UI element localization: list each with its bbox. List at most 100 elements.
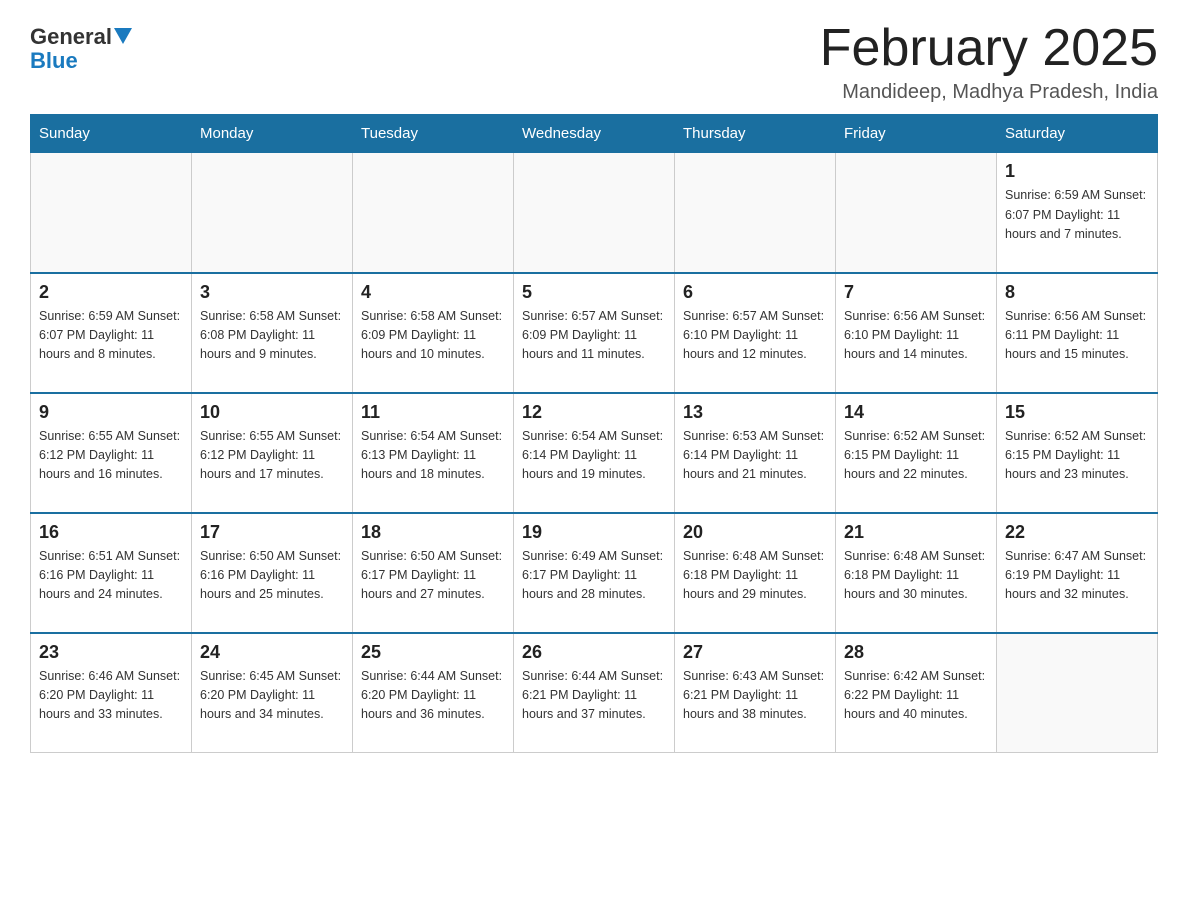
day-info: Sunrise: 6:59 AM Sunset: 6:07 PM Dayligh… <box>1005 186 1149 244</box>
day-info: Sunrise: 6:52 AM Sunset: 6:15 PM Dayligh… <box>1005 427 1149 485</box>
day-number: 23 <box>39 642 183 663</box>
calendar-header-friday: Friday <box>836 115 997 153</box>
day-info: Sunrise: 6:58 AM Sunset: 6:09 PM Dayligh… <box>361 307 505 365</box>
calendar-day-cell: 10 Sunrise: 6:55 AM Sunset: 6:12 PM Dayli… <box>192 393 353 513</box>
day-info: Sunrise: 6:55 AM Sunset: 6:12 PM Dayligh… <box>200 427 344 485</box>
calendar-week-row: 23 Sunrise: 6:46 AM Sunset: 6:20 PM Dayli… <box>31 633 1158 753</box>
day-info: Sunrise: 6:43 AM Sunset: 6:21 PM Dayligh… <box>683 667 827 725</box>
calendar-day-cell: 24Sunrise: 6:45 AM Sunset: 6:20 PM Dayli… <box>192 633 353 753</box>
day-number: 3 <box>200 282 344 303</box>
calendar-day-cell: 21 Sunrise: 6:48 AM Sunset: 6:18 PM Dayli… <box>836 513 997 633</box>
calendar-day-cell: 20Sunrise: 6:48 AM Sunset: 6:18 PM Dayli… <box>675 513 836 633</box>
calendar-week-row: 16 Sunrise: 6:51 AM Sunset: 6:16 PM Dayli… <box>31 513 1158 633</box>
day-number: 19 <box>522 522 666 543</box>
day-number: 8 <box>1005 282 1149 303</box>
logo-triangle-icon <box>114 28 132 44</box>
calendar-day-cell: 19 Sunrise: 6:49 AM Sunset: 6:17 PM Dayli… <box>514 513 675 633</box>
calendar-table: SundayMondayTuesdayWednesdayThursdayFrid… <box>30 114 1158 753</box>
calendar-header-thursday: Thursday <box>675 115 836 153</box>
calendar-day-cell: 7 Sunrise: 6:56 AM Sunset: 6:10 PM Daylig… <box>836 273 997 393</box>
day-number: 14 <box>844 402 988 423</box>
calendar-day-cell: 15 Sunrise: 6:52 AM Sunset: 6:15 PM Dayli… <box>997 393 1158 513</box>
day-info: Sunrise: 6:52 AM Sunset: 6:15 PM Dayligh… <box>844 427 988 485</box>
calendar-day-cell <box>997 633 1158 753</box>
day-info: Sunrise: 6:50 AM Sunset: 6:16 PM Dayligh… <box>200 547 344 605</box>
day-number: 15 <box>1005 402 1149 423</box>
day-info: Sunrise: 6:57 AM Sunset: 6:10 PM Dayligh… <box>683 307 827 365</box>
day-number: 11 <box>361 402 505 423</box>
calendar-day-cell: 22Sunrise: 6:47 AM Sunset: 6:19 PM Dayli… <box>997 513 1158 633</box>
day-number: 18 <box>361 522 505 543</box>
calendar-day-cell: 11 Sunrise: 6:54 AM Sunset: 6:13 PM Dayli… <box>353 393 514 513</box>
day-info: Sunrise: 6:49 AM Sunset: 6:17 PM Dayligh… <box>522 547 666 605</box>
day-number: 28 <box>844 642 988 663</box>
calendar-day-cell: 28 Sunrise: 6:42 AM Sunset: 6:22 PM Dayli… <box>836 633 997 753</box>
calendar-header-saturday: Saturday <box>997 115 1158 153</box>
calendar-day-cell <box>514 153 675 273</box>
calendar-day-cell: 9 Sunrise: 6:55 AM Sunset: 6:12 PM Daylig… <box>31 393 192 513</box>
day-info: Sunrise: 6:51 AM Sunset: 6:16 PM Dayligh… <box>39 547 183 605</box>
day-number: 16 <box>39 522 183 543</box>
day-number: 26 <box>522 642 666 663</box>
day-number: 17 <box>200 522 344 543</box>
day-info: Sunrise: 6:54 AM Sunset: 6:14 PM Dayligh… <box>522 427 666 485</box>
day-info: Sunrise: 6:48 AM Sunset: 6:18 PM Dayligh… <box>844 547 988 605</box>
day-info: Sunrise: 6:56 AM Sunset: 6:11 PM Dayligh… <box>1005 307 1149 365</box>
day-number: 12 <box>522 402 666 423</box>
calendar-day-cell <box>353 153 514 273</box>
calendar-header-sunday: Sunday <box>31 115 192 153</box>
day-info: Sunrise: 6:54 AM Sunset: 6:13 PM Dayligh… <box>361 427 505 485</box>
calendar-day-cell: 1Sunrise: 6:59 AM Sunset: 6:07 PM Daylig… <box>997 153 1158 273</box>
calendar-week-row: 1Sunrise: 6:59 AM Sunset: 6:07 PM Daylig… <box>31 153 1158 273</box>
calendar-day-cell <box>192 153 353 273</box>
day-info: Sunrise: 6:55 AM Sunset: 6:12 PM Dayligh… <box>39 427 183 485</box>
day-info: Sunrise: 6:50 AM Sunset: 6:17 PM Dayligh… <box>361 547 505 605</box>
day-info: Sunrise: 6:59 AM Sunset: 6:07 PM Dayligh… <box>39 307 183 365</box>
calendar-day-cell: 8 Sunrise: 6:56 AM Sunset: 6:11 PM Daylig… <box>997 273 1158 393</box>
calendar-day-cell: 12 Sunrise: 6:54 AM Sunset: 6:14 PM Dayli… <box>514 393 675 513</box>
page-header: General Blue February 2025 Mandideep, Ma… <box>30 20 1158 104</box>
logo-general-text: General <box>30 25 112 49</box>
calendar-day-cell: 3 Sunrise: 6:58 AM Sunset: 6:08 PM Daylig… <box>192 273 353 393</box>
calendar-day-cell: 26Sunrise: 6:44 AM Sunset: 6:21 PM Dayli… <box>514 633 675 753</box>
calendar-day-cell: 14 Sunrise: 6:52 AM Sunset: 6:15 PM Dayli… <box>836 393 997 513</box>
calendar-day-cell: 17 Sunrise: 6:50 AM Sunset: 6:16 PM Dayli… <box>192 513 353 633</box>
calendar-day-cell: 2 Sunrise: 6:59 AM Sunset: 6:07 PM Daylig… <box>31 273 192 393</box>
day-number: 25 <box>361 642 505 663</box>
calendar-week-row: 9 Sunrise: 6:55 AM Sunset: 6:12 PM Daylig… <box>31 393 1158 513</box>
location-text: Mandideep, Madhya Pradesh, India <box>820 81 1158 104</box>
calendar-day-cell: 16 Sunrise: 6:51 AM Sunset: 6:16 PM Dayli… <box>31 513 192 633</box>
calendar-day-cell: 13 Sunrise: 6:53 AM Sunset: 6:14 PM Dayli… <box>675 393 836 513</box>
day-info: Sunrise: 6:57 AM Sunset: 6:09 PM Dayligh… <box>522 307 666 365</box>
calendar-day-cell: 18 Sunrise: 6:50 AM Sunset: 6:17 PM Dayli… <box>353 513 514 633</box>
day-info: Sunrise: 6:53 AM Sunset: 6:14 PM Dayligh… <box>683 427 827 485</box>
calendar-day-cell: 23 Sunrise: 6:46 AM Sunset: 6:20 PM Dayli… <box>31 633 192 753</box>
day-number: 10 <box>200 402 344 423</box>
day-number: 21 <box>844 522 988 543</box>
day-number: 5 <box>522 282 666 303</box>
day-info: Sunrise: 6:56 AM Sunset: 6:10 PM Dayligh… <box>844 307 988 365</box>
day-number: 27 <box>683 642 827 663</box>
logo: General Blue <box>30 20 132 73</box>
calendar-day-cell <box>31 153 192 273</box>
day-number: 9 <box>39 402 183 423</box>
day-number: 13 <box>683 402 827 423</box>
day-info: Sunrise: 6:47 AM Sunset: 6:19 PM Dayligh… <box>1005 547 1149 605</box>
day-info: Sunrise: 6:42 AM Sunset: 6:22 PM Dayligh… <box>844 667 988 725</box>
calendar-day-cell: 4Sunrise: 6:58 AM Sunset: 6:09 PM Daylig… <box>353 273 514 393</box>
calendar-header-tuesday: Tuesday <box>353 115 514 153</box>
calendar-header-monday: Monday <box>192 115 353 153</box>
title-section: February 2025 Mandideep, Madhya Pradesh,… <box>820 20 1158 104</box>
day-number: 20 <box>683 522 827 543</box>
calendar-day-cell: 5 Sunrise: 6:57 AM Sunset: 6:09 PM Daylig… <box>514 273 675 393</box>
day-info: Sunrise: 6:44 AM Sunset: 6:20 PM Dayligh… <box>361 667 505 725</box>
day-number: 2 <box>39 282 183 303</box>
day-number: 7 <box>844 282 988 303</box>
calendar-day-cell <box>836 153 997 273</box>
day-info: Sunrise: 6:45 AM Sunset: 6:20 PM Dayligh… <box>200 667 344 725</box>
logo-blue-text: Blue <box>30 49 78 73</box>
day-info: Sunrise: 6:58 AM Sunset: 6:08 PM Dayligh… <box>200 307 344 365</box>
calendar-week-row: 2 Sunrise: 6:59 AM Sunset: 6:07 PM Daylig… <box>31 273 1158 393</box>
day-info: Sunrise: 6:46 AM Sunset: 6:20 PM Dayligh… <box>39 667 183 725</box>
calendar-day-cell: 25 Sunrise: 6:44 AM Sunset: 6:20 PM Dayli… <box>353 633 514 753</box>
